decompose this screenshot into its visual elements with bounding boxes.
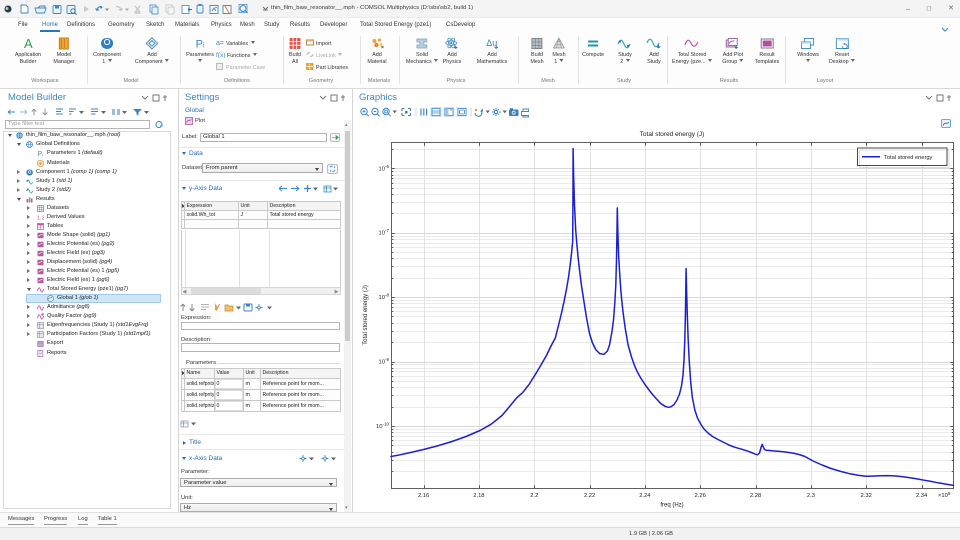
svg-text:a=: a= [216,40,224,46]
svg-text:Δu: Δu [486,38,497,48]
svg-text:10-6: 10-6 [379,164,390,173]
svg-text:2.32: 2.32 [861,493,872,499]
svg-text:Total stored energy (J): Total stored energy (J) [363,285,369,345]
svg-text:f(x): f(x) [216,52,225,58]
svg-text:Pi: Pi [196,39,205,51]
svg-text:2.28: 2.28 [750,493,761,499]
svg-text:2.22: 2.22 [584,493,595,499]
svg-text:1.2: 1.2 [37,215,44,221]
svg-text:2.3: 2.3 [807,493,815,499]
svg-text:freq (Hz): freq (Hz) [660,503,683,509]
svg-text:2.24: 2.24 [639,493,651,499]
svg-text:Total stored energy (J): Total stored energy (J) [640,131,705,138]
svg-text:10-7: 10-7 [379,228,390,237]
svg-text:×109: ×109 [938,491,951,499]
svg-text:Total stored energy: Total stored energy [884,155,933,161]
svg-text:10-8: 10-8 [379,293,390,302]
svg-text:10-9: 10-9 [379,357,390,366]
svg-text:2.2: 2.2 [530,493,538,499]
svg-text:2.34: 2.34 [916,493,928,499]
svg-text:i: i [42,153,43,158]
svg-text:A: A [24,37,33,50]
svg-text:10-10: 10-10 [376,421,389,430]
svg-text:2.26: 2.26 [695,493,706,499]
svg-text:2.16: 2.16 [418,493,429,499]
svg-text:2.18: 2.18 [473,493,484,499]
